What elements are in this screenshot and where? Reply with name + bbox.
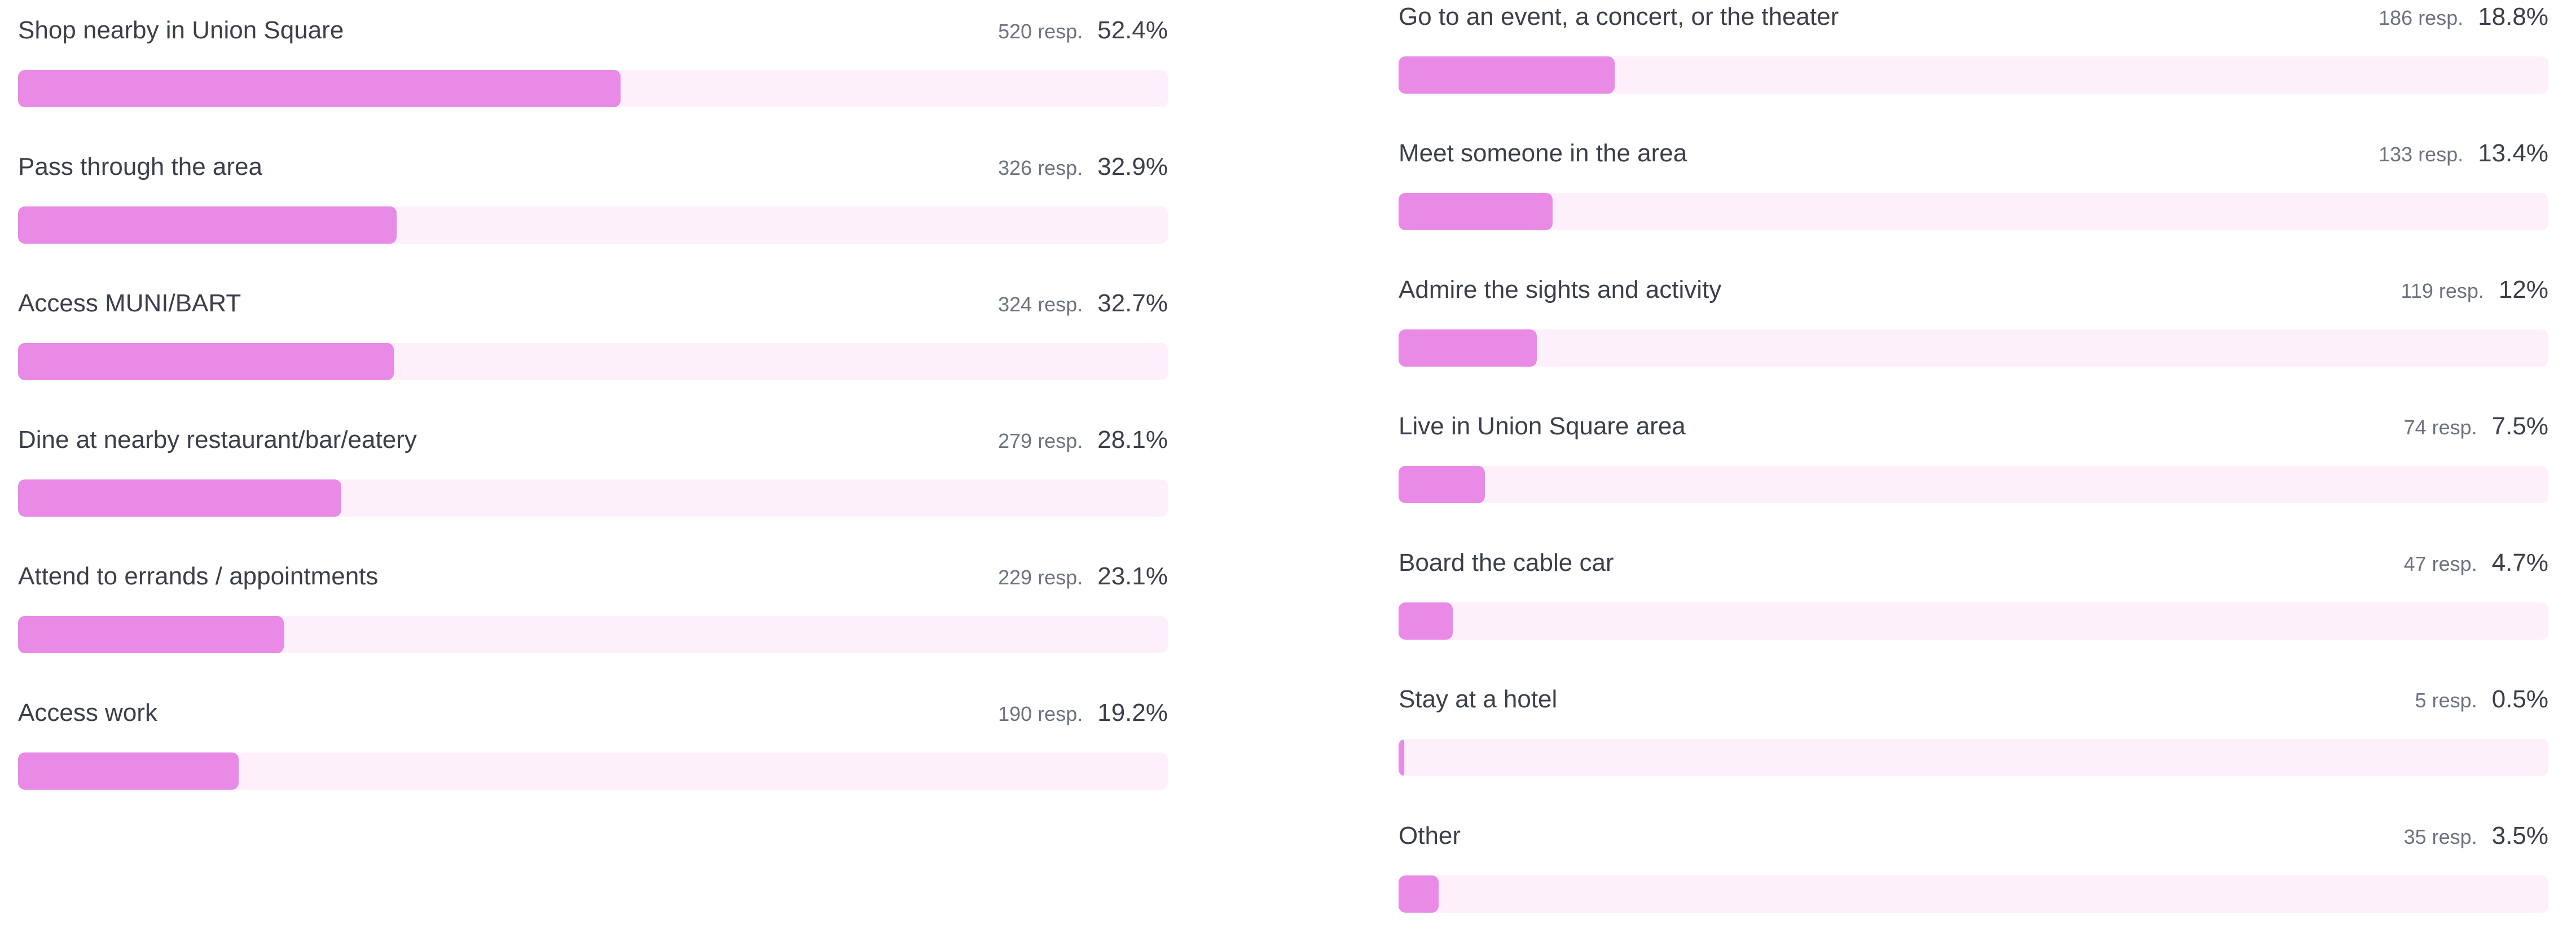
bar-fill [1399,466,1485,503]
response-row: Live in Union Square area 74 resp. 7.5% [1399,396,2548,532]
response-row: Board the cable car 47 resp. 4.7% [1399,532,2548,669]
bar-track [18,70,1168,107]
response-percent: 28.1% [1097,426,1168,454]
response-row: Attend to errands / appointments 229 resp… [18,546,1168,683]
bar-track [1399,56,2548,94]
bar-track [1399,602,2548,640]
response-percent: 7.5% [2491,412,2548,440]
response-row: Meet someone in the area 133 resp. 13.4% [1399,123,2548,259]
response-stats: 74 resp. 7.5% [2404,408,2548,444]
response-percent: 52.4% [1097,16,1168,44]
response-percent: 18.8% [2478,3,2548,30]
response-label: Go to an event, a concert, or the theate… [1399,3,1839,30]
response-stats: 35 resp. 3.5% [2404,818,2548,854]
response-count: 47 resp. [2403,552,2477,575]
response-row: Access work 190 resp. 19.2% [18,683,1168,819]
response-percent: 32.7% [1097,289,1168,317]
bar-fill [1399,739,1405,776]
response-stats: 279 resp. 28.1% [998,422,1168,458]
response-count: 35 resp. [2403,825,2477,848]
response-count: 5 resp. [2415,689,2477,712]
response-stats: 186 resp. 18.8% [2379,0,2548,35]
response-stats: 520 resp. 52.4% [998,12,1168,49]
bar-fill [1399,193,1553,230]
response-count: 133 resp. [2379,143,2464,166]
response-label: Meet someone in the area [1399,139,1687,167]
response-label: Dine at nearby restaurant/bar/eatery [18,426,417,454]
response-stats: 47 resp. 4.7% [2404,545,2548,581]
response-count: 520 resp. [998,20,1083,43]
response-count: 326 resp. [998,156,1083,179]
response-stats: 5 resp. 0.5% [2415,681,2548,717]
response-percent: 23.1% [1097,562,1168,590]
response-percent: 0.5% [2491,685,2548,713]
bar-track [1399,875,2548,913]
response-label: Admire the sights and activity [1399,276,1722,303]
response-label: Live in Union Square area [1399,412,1686,440]
response-row: Shop nearby in Union Square 520 resp. 52.4… [18,0,1168,137]
response-stats: 133 resp. 13.4% [2379,135,2548,171]
response-count: 324 resp. [998,293,1083,316]
response-label: Access work [18,699,157,727]
response-label: Pass through the area [18,153,262,181]
bar-fill [1399,329,1537,367]
response-stats: 119 resp. 12% [2401,272,2548,308]
bar-fill [18,616,284,653]
response-stats: 324 resp. 32.7% [998,285,1168,322]
response-stats: 326 resp. 32.9% [998,149,1168,185]
response-row: Admire the sights and activity 119 resp. 1… [1399,259,2548,396]
bar-track [1399,466,2548,503]
response-label: Other [1399,822,1461,849]
bar-fill [18,70,621,107]
response-row: Dine at nearby restaurant/bar/eatery 279 … [18,410,1168,546]
bar-track [18,206,1168,244]
response-count: 74 resp. [2403,416,2477,439]
response-count: 119 resp. [2401,279,2484,302]
response-count: 190 resp. [998,702,1083,725]
response-percent: 19.2% [1097,699,1168,727]
response-label: Shop nearby in Union Square [18,16,344,44]
bar-track [18,752,1168,790]
response-percent: 12% [2498,276,2548,303]
response-count: 279 resp. [998,429,1083,452]
bar-fill [18,479,341,517]
response-stats: 229 resp. 23.1% [998,558,1168,595]
response-row: Go to an event, a concert, or the theate… [1399,0,2548,123]
bar-track [1399,193,2548,230]
response-percent: 32.9% [1097,153,1168,181]
bar-track [1399,739,2548,776]
response-row: Access MUNI/BART 324 resp. 32.7% [18,273,1168,410]
bar-track [18,479,1168,517]
bar-fill [18,343,394,380]
response-label: Attend to errands / appointments [18,562,379,590]
response-percent: 13.4% [2478,139,2548,167]
bar-fill [1399,56,1615,94]
response-percent: 4.7% [2491,549,2548,576]
response-count: 186 resp. [2379,6,2464,29]
response-row: Other 35 resp. 3.5% [1399,805,2548,942]
bar-fill [1399,602,1453,640]
response-label: Access MUNI/BART [18,289,241,317]
bar-fill [18,206,397,244]
bar-fill [1399,875,1439,913]
response-stats: 190 resp. 19.2% [998,695,1168,731]
response-count: 229 resp. [998,566,1083,589]
bar-track [1399,329,2548,367]
response-label: Stay at a hotel [1399,685,1558,713]
response-label: Board the cable car [1399,549,1614,576]
response-row: Stay at a hotel 5 resp. 0.5% [1399,669,2548,805]
bar-track [18,343,1168,380]
response-percent: 3.5% [2491,822,2548,849]
bar-track [18,616,1168,653]
bar-fill [18,752,239,790]
response-row: Pass through the area 326 resp. 32.9% [18,137,1168,273]
